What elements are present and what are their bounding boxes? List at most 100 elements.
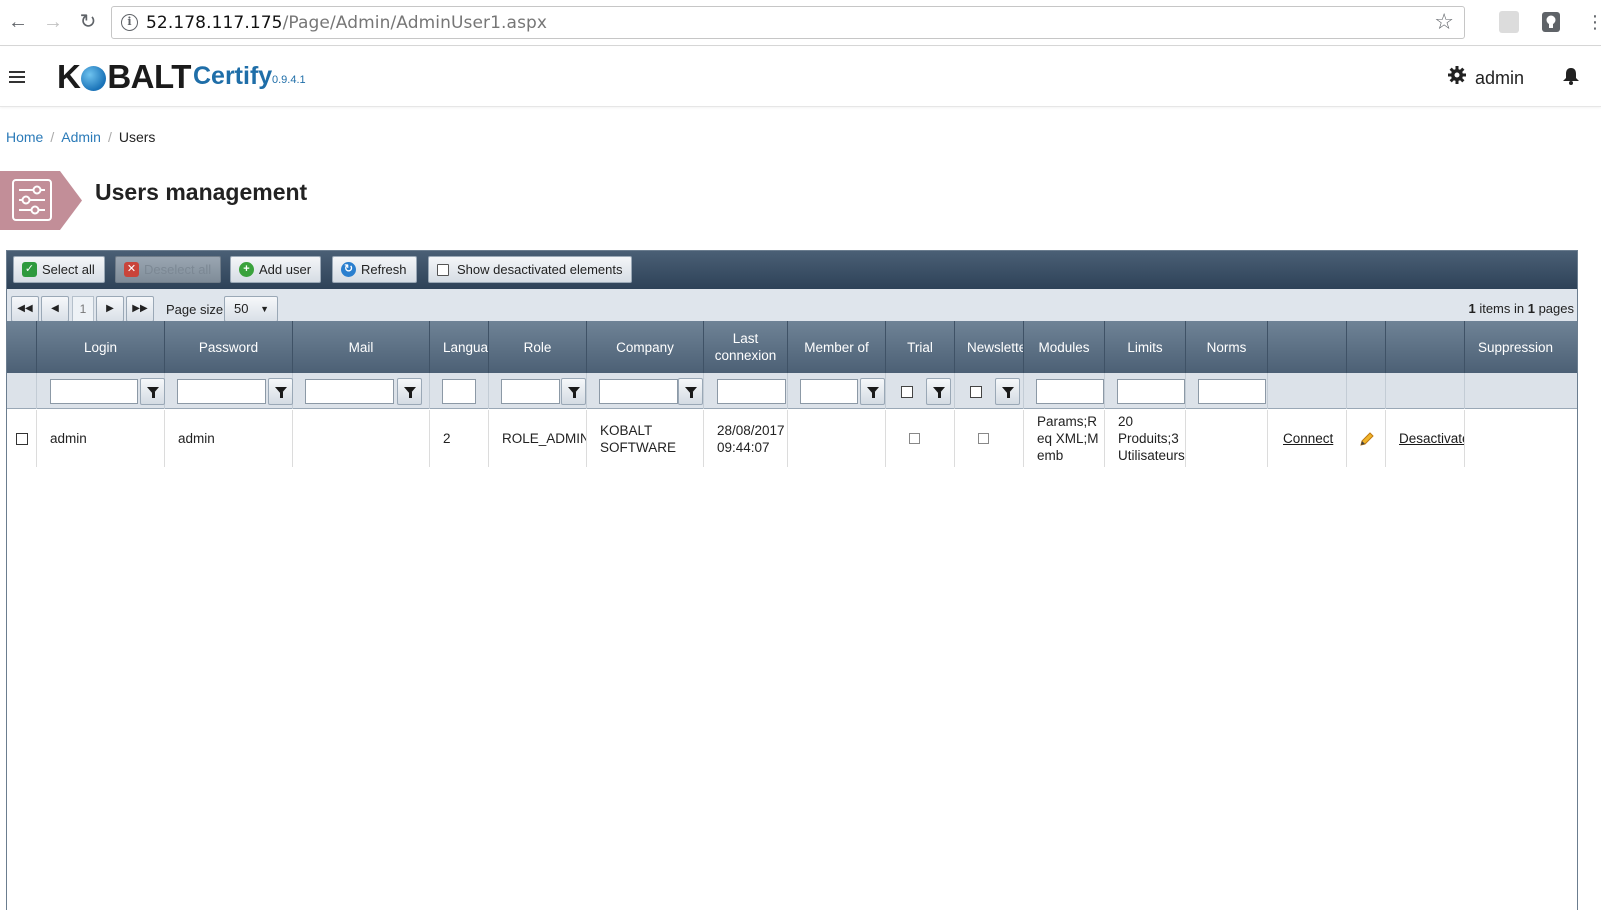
filter-icon[interactable] [561, 378, 586, 405]
header-connect [1268, 321, 1347, 373]
header-last-connexion[interactable]: Last connexion [704, 321, 788, 373]
grid-filter-row [7, 373, 1577, 409]
language-filter-input[interactable] [442, 379, 476, 404]
cell-login: admin [37, 410, 165, 467]
address-bar[interactable]: i 52.178.117.175/Page/Admin/AdminUser1.a… [111, 6, 1465, 39]
refresh-button[interactable]: ↻ Refresh [332, 256, 417, 283]
checkbox-icon [437, 264, 449, 276]
norms-filter-input[interactable] [1198, 379, 1266, 404]
cell-norms [1186, 410, 1268, 467]
trial-checkbox[interactable] [909, 433, 920, 444]
breadcrumb: Home / Admin / Users [6, 129, 156, 145]
breadcrumb-admin[interactable]: Admin [61, 129, 101, 145]
lightbulb-extension-icon[interactable] [1541, 11, 1561, 33]
bookmark-star-icon[interactable]: ☆ [1434, 9, 1454, 35]
modules-filter-input[interactable] [1036, 379, 1104, 404]
current-page[interactable]: 1 [72, 296, 94, 322]
grid-toolbar: ✓ Select all ✕ Deselect all + Add user ↻ Ref… [7, 251, 1577, 289]
connect-link[interactable]: Connect [1283, 430, 1333, 447]
header-select [7, 321, 37, 373]
users-grid: ✓ Select all ✕ Deselect all + Add user ↻ Ref… [6, 250, 1578, 910]
browser-toolbar: ← → ↻ i 52.178.117.175/Page/Admin/AdminU… [0, 0, 1601, 46]
back-icon[interactable]: ← [5, 9, 31, 35]
add-user-button[interactable]: + Add user [230, 256, 322, 283]
reload-icon[interactable]: ↻ [75, 9, 101, 35]
header-norms[interactable]: Norms [1186, 321, 1268, 373]
header-edit [1347, 321, 1386, 373]
url-text[interactable]: 52.178.117.175/Page/Admin/AdminUser1.asp… [146, 13, 547, 33]
select-all-button[interactable]: ✓ Select all [13, 256, 105, 283]
filter-icon[interactable] [140, 378, 165, 405]
last-page-icon[interactable]: ▶▶ [126, 296, 154, 322]
table-row[interactable]: admin admin 2 ROLE_ADMIN KOBALT SOFTWARE… [7, 410, 1577, 467]
close-icon: ✕ [124, 262, 139, 277]
newsletter-filter-checkbox[interactable] [970, 386, 982, 398]
pager-info: 1 items in 1 pages [1468, 301, 1574, 316]
next-page-icon[interactable]: ▶ [96, 296, 124, 322]
user-menu[interactable]: admin [1447, 65, 1524, 91]
forward-icon[interactable]: → [40, 9, 66, 35]
header-language[interactable]: Language [430, 321, 489, 373]
header-suppression[interactable]: Suppression [1465, 321, 1579, 373]
show-deactivated-toggle[interactable]: Show desactivated elements [428, 256, 633, 283]
refresh-icon: ↻ [341, 262, 356, 277]
mail-filter-input[interactable] [305, 379, 394, 404]
cell-limits: 20 Produits;3 Utilisateurs; [1105, 410, 1186, 467]
header-role[interactable]: Role [489, 321, 587, 373]
app-header: K BALT Certify 0.9.4.1 admin [0, 47, 1601, 107]
cell-password: admin [165, 410, 293, 467]
browser-menu-icon[interactable]: ⋮ [1586, 9, 1601, 35]
first-page-icon[interactable]: ◀◀ [11, 296, 39, 322]
filter-icon[interactable] [860, 378, 885, 405]
pencil-icon[interactable] [1347, 410, 1386, 467]
company-filter-input[interactable] [599, 379, 678, 404]
info-icon[interactable]: i [121, 14, 138, 31]
header-newsletter[interactable]: Newsletter [955, 321, 1024, 373]
limits-filter-input[interactable] [1117, 379, 1185, 404]
deselect-all-button[interactable]: ✕ Deselect all [115, 256, 222, 283]
prev-page-icon[interactable]: ◀ [41, 296, 69, 322]
product-version: 0.9.4.1 [272, 74, 306, 86]
page-size-select[interactable]: 50 ▼ [224, 296, 278, 322]
notification-bell-icon[interactable] [1561, 66, 1581, 92]
password-filter-input[interactable] [177, 379, 266, 404]
header-trial[interactable]: Trial [886, 321, 955, 373]
header-member-of[interactable]: Member of [788, 321, 886, 373]
cell-member-of [788, 410, 886, 467]
cell-suppression [1465, 410, 1579, 467]
filter-icon[interactable] [995, 378, 1020, 405]
filter-icon[interactable] [926, 378, 951, 405]
header-limits[interactable]: Limits [1105, 321, 1186, 373]
settings-sliders-icon [0, 171, 82, 230]
header-password[interactable]: Password [165, 321, 293, 373]
last-connexion-filter-input[interactable] [717, 379, 786, 404]
newsletter-checkbox[interactable] [978, 433, 989, 444]
row-select-checkbox[interactable] [16, 432, 28, 445]
login-filter-input[interactable] [50, 379, 138, 404]
username[interactable]: admin [1475, 68, 1524, 88]
header-mail[interactable]: Mail [293, 321, 430, 373]
kobalt-logo[interactable]: K BALT [57, 59, 191, 95]
header-company[interactable]: Company [587, 321, 704, 373]
filter-icon[interactable] [268, 378, 293, 405]
cell-last-connexion: 28/08/2017 09:44:07 [704, 410, 788, 467]
page-title: Users management [95, 179, 308, 205]
filter-icon[interactable] [678, 378, 703, 405]
extension-icon[interactable] [1499, 11, 1519, 33]
plus-icon: + [239, 262, 254, 277]
cell-mail [293, 410, 430, 467]
header-login[interactable]: Login [37, 321, 165, 373]
hamburger-menu-icon[interactable] [9, 71, 25, 86]
chevron-down-icon: ▼ [260, 304, 269, 314]
filter-icon[interactable] [397, 378, 422, 405]
header-modules[interactable]: Modules [1024, 321, 1105, 373]
product-name: Certify [193, 62, 273, 90]
trial-filter-checkbox[interactable] [901, 386, 913, 398]
breadcrumb-home[interactable]: Home [6, 129, 43, 145]
grid-header-row: Login Password Mail Language Role Compan… [7, 321, 1577, 373]
role-filter-input[interactable] [501, 379, 560, 404]
cell-language: 2 [430, 410, 489, 467]
member-of-filter-input[interactable] [800, 379, 858, 404]
gear-icon[interactable] [1447, 65, 1467, 91]
deactivate-link[interactable]: Desactivate [1399, 430, 1464, 447]
